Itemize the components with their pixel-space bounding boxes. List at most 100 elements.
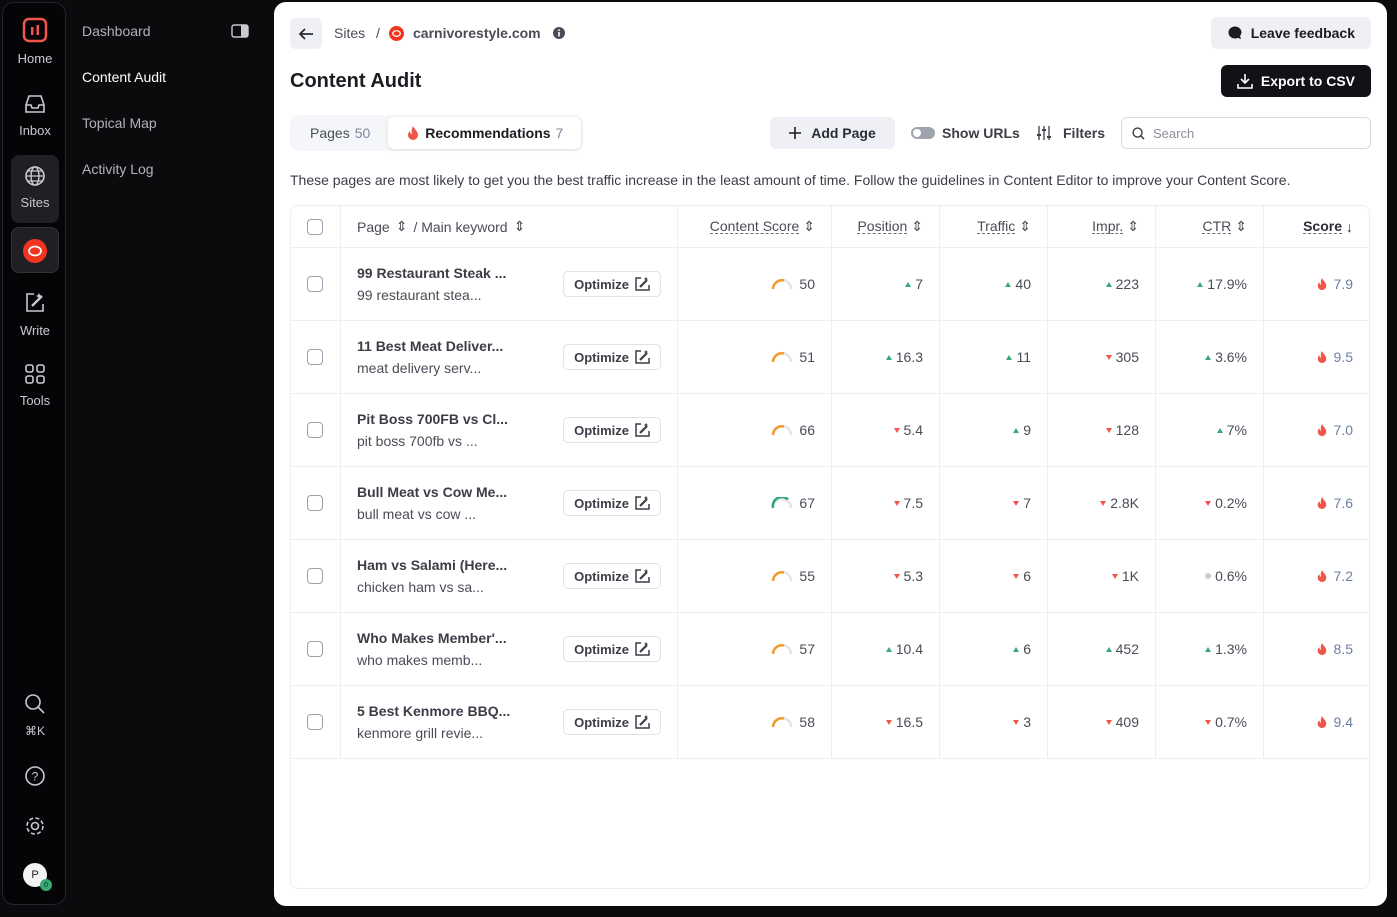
table-row[interactable]: Pit Boss 700FB vs Cl... pit boss 700fb vs… — [291, 394, 1369, 467]
score-value: 7.9 — [1334, 276, 1353, 292]
content-score-cell: 51 — [678, 321, 832, 393]
page-column-label[interactable]: Page — [357, 219, 390, 235]
page-title-link[interactable]: Bull Meat vs Cow Me... — [357, 484, 507, 500]
page-title: Content Audit — [290, 70, 421, 93]
page-title-link[interactable]: 5 Best Kenmore BBQ... — [357, 703, 510, 719]
table-row[interactable]: 99 Restaurant Steak ...99 restaurant ste… — [291, 248, 1369, 321]
trend-down-icon — [1013, 501, 1019, 506]
impr-header[interactable]: Impr.⇕ — [1048, 206, 1156, 247]
table-row[interactable]: Ham vs Salami (Here...chicken ham vs sa.… — [291, 540, 1369, 613]
keyword-column-label[interactable]: / Main keyword — [413, 219, 507, 235]
rail-inbox-label: Inbox — [19, 123, 51, 138]
row-checkbox[interactable] — [307, 714, 323, 730]
sidebar-item-topical-map[interactable]: Topical Map — [82, 115, 157, 131]
content-score-cell: 57 — [678, 613, 832, 685]
ctr-header[interactable]: CTR⇕ — [1156, 206, 1264, 247]
rail-write[interactable]: Write — [11, 291, 59, 338]
rail-sites[interactable]: Sites — [11, 155, 59, 223]
tab-recommendations[interactable]: Recommendations7 — [388, 117, 581, 149]
page-title-link[interactable]: 11 Best Meat Deliver... — [357, 338, 503, 354]
row-checkbox[interactable] — [307, 349, 323, 365]
ctr-value: 7% — [1227, 422, 1247, 438]
secondary-sidebar: Dashboard Content Audit Topical Map Acti… — [66, 0, 274, 917]
sidebar-item-dashboard[interactable]: Dashboard — [82, 23, 151, 39]
page-title-link[interactable]: 99 Restaurant Steak ... — [357, 265, 506, 281]
sliders-icon[interactable] — [1036, 125, 1052, 141]
settings-button[interactable] — [11, 815, 59, 845]
rail-inbox[interactable]: Inbox — [11, 93, 59, 138]
main-keyword: pit boss 700fb vs ... — [357, 433, 508, 449]
sort-icon[interactable]: ⇕ — [514, 218, 526, 235]
row-checkbox[interactable] — [307, 422, 323, 438]
row-checkbox[interactable] — [307, 276, 323, 292]
page-cell: 5 Best Kenmore BBQ...kenmore grill revie… — [341, 686, 678, 758]
show-urls-toggle[interactable] — [911, 127, 935, 139]
optimize-button[interactable]: Optimize — [563, 271, 661, 297]
info-icon[interactable] — [553, 27, 565, 39]
breadcrumb-sites[interactable]: Sites — [334, 25, 365, 41]
page-title-link[interactable]: Pit Boss 700FB vs Cl... — [357, 411, 508, 427]
score-gauge-icon — [771, 351, 793, 363]
traffic-header[interactable]: Traffic⇕ — [940, 206, 1048, 247]
trend-down-icon — [1100, 501, 1106, 506]
rail-site-carnivorestyle[interactable] — [11, 227, 59, 273]
breadcrumb-site[interactable]: carnivorestyle.com — [413, 25, 541, 41]
select-all-checkbox[interactable] — [307, 219, 323, 235]
rail-tools[interactable]: Tools — [11, 363, 59, 408]
optimize-button[interactable]: Optimize — [563, 344, 661, 370]
add-page-button[interactable]: Add Page — [770, 117, 895, 149]
back-button[interactable] — [290, 18, 322, 49]
search-button[interactable]: ⌘K — [11, 693, 59, 738]
tab-pages[interactable]: Pages50 — [292, 117, 388, 149]
row-checkbox[interactable] — [307, 641, 323, 657]
fire-icon — [1316, 423, 1328, 437]
globe-icon — [24, 165, 46, 187]
optimize-button[interactable]: Optimize — [563, 563, 661, 589]
tab-pages-count: 50 — [355, 125, 371, 141]
help-button[interactable]: ? — [11, 765, 59, 795]
optimize-button[interactable]: Optimize — [563, 709, 661, 735]
page-title-link[interactable]: Ham vs Salami (Here... — [357, 557, 507, 573]
content-score-header[interactable]: Content Score⇕ — [678, 206, 832, 247]
search-placeholder: Search — [1153, 126, 1194, 141]
position-value: 16.5 — [896, 714, 923, 730]
score-value: 7.2 — [1334, 568, 1353, 584]
score-gauge-icon — [771, 424, 793, 436]
table-row[interactable]: Bull Meat vs Cow Me...bull meat vs cow .… — [291, 467, 1369, 540]
score-header[interactable]: Score↓ — [1264, 206, 1369, 247]
optimize-button[interactable]: Optimize — [563, 490, 661, 516]
logo-icon — [22, 17, 48, 43]
sort-icon[interactable]: ⇕ — [396, 218, 408, 235]
filters-button[interactable]: Filters — [1063, 125, 1105, 141]
row-checkbox[interactable] — [307, 495, 323, 511]
row-checkbox-cell — [291, 686, 341, 758]
export-csv-button[interactable]: Export to CSV — [1221, 65, 1371, 97]
table-row[interactable]: Who Makes Member'...who makes memb... Op… — [291, 613, 1369, 686]
fire-icon — [1316, 642, 1328, 656]
search-input[interactable]: Search — [1121, 117, 1371, 149]
impr-cell: 128 — [1048, 394, 1156, 466]
ctr-cell: 3.6% — [1156, 321, 1264, 393]
collapse-sidebar-icon[interactable] — [231, 24, 249, 38]
table-row[interactable]: 5 Best Kenmore BBQ...kenmore grill revie… — [291, 686, 1369, 759]
impr-cell: 223 — [1048, 248, 1156, 320]
optimize-button[interactable]: Optimize — [563, 636, 661, 662]
leave-feedback-button[interactable]: Leave feedback — [1211, 17, 1371, 49]
row-checkbox[interactable] — [307, 568, 323, 584]
sidebar-item-activity-log[interactable]: Activity Log — [82, 161, 154, 177]
page-cell: Bull Meat vs Cow Me...bull meat vs cow .… — [341, 467, 678, 539]
score-gauge-icon — [771, 716, 793, 728]
table-row[interactable]: 11 Best Meat Deliver...meat delivery ser… — [291, 321, 1369, 394]
position-header[interactable]: Position⇕ — [832, 206, 940, 247]
sort-icon: ⇕ — [1235, 218, 1247, 235]
avatar-initial: P — [31, 869, 38, 881]
page-title-link[interactable]: Who Makes Member'... — [357, 630, 507, 646]
trend-up-icon — [1197, 282, 1203, 287]
avatar[interactable]: P 0 — [23, 863, 47, 887]
download-icon — [1237, 73, 1253, 89]
content-score-cell: 67 — [678, 467, 832, 539]
sidebar-item-content-audit[interactable]: Content Audit — [82, 69, 166, 85]
rail-home[interactable]: Home — [11, 17, 59, 66]
optimize-button[interactable]: Optimize — [563, 417, 661, 443]
content-score-value: 58 — [799, 714, 815, 730]
